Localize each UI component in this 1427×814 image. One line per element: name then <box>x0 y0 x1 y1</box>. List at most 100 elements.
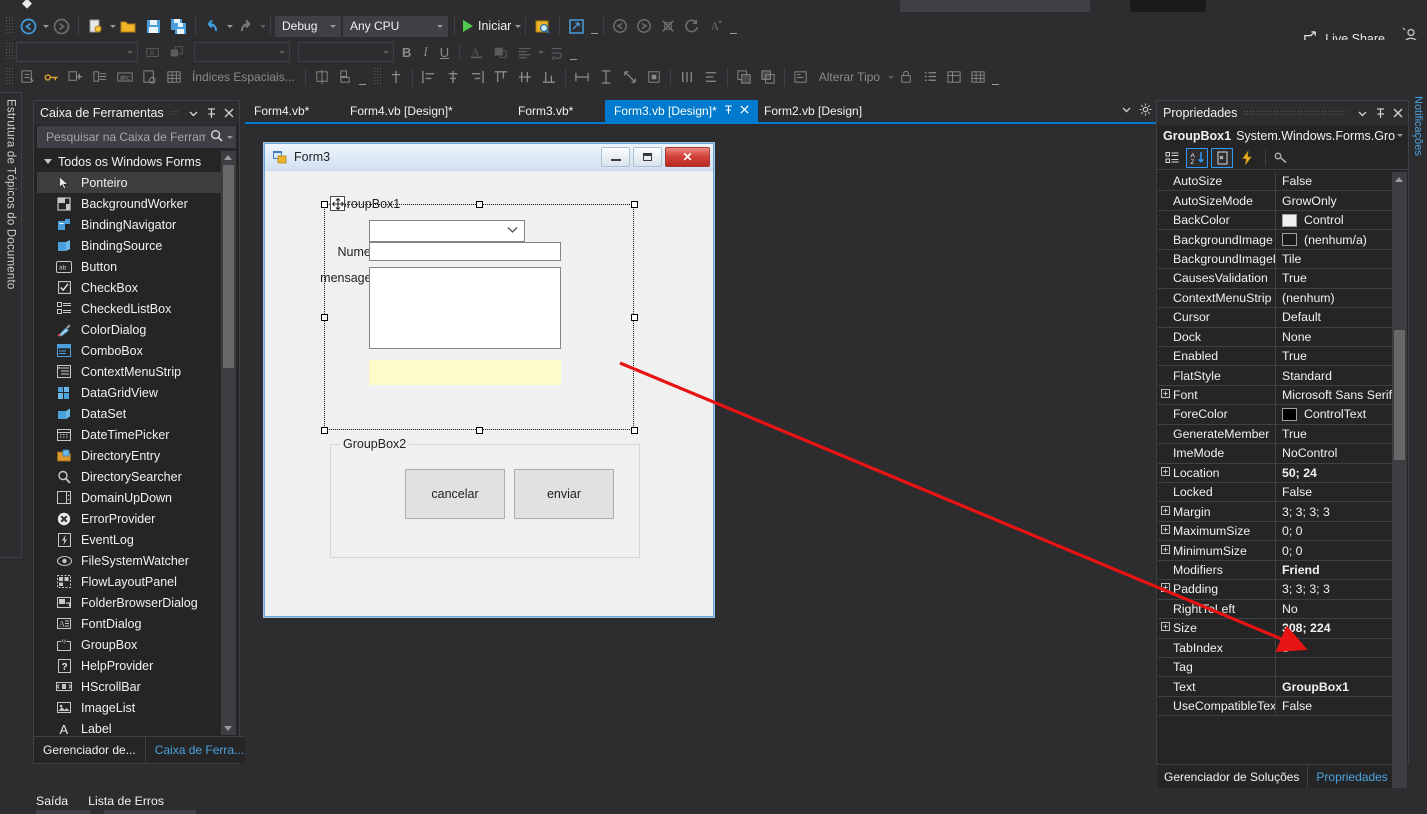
resize-handle-w[interactable] <box>320 313 328 321</box>
toolbox-item-label[interactable]: A Label <box>37 718 236 736</box>
form3-maximize-button[interactable] <box>633 147 662 167</box>
form3-title-bar[interactable]: Form3 ✕ <box>265 144 713 171</box>
vertical-spacing-button[interactable] <box>699 66 723 88</box>
properties-scrollbar[interactable] <box>1392 172 1407 804</box>
toolbox-item-bindingsource[interactable]: BindingSource <box>37 235 236 256</box>
property-row[interactable]: AutoSizeMode GrowOnly <box>1158 191 1407 211</box>
toolbox-item-button[interactable]: ab Button <box>37 256 236 277</box>
property-row[interactable]: Location 50; 24 <box>1158 463 1407 483</box>
resize-handle-e[interactable] <box>630 313 638 321</box>
navigate-forward-button[interactable] <box>49 15 74 37</box>
property-row[interactable]: Tag <box>1158 657 1407 678</box>
property-value[interactable]: True <box>1276 427 1407 441</box>
property-row[interactable]: Padding 3; 3; 3; 3 <box>1158 580 1407 600</box>
property-row[interactable]: Cursor Default <box>1158 308 1407 328</box>
form3-client-area[interactable]: GroupBox1 Numero mensagem GroupBox2 canc… <box>265 171 713 616</box>
property-row[interactable]: ContextMenuStrip (nenhum) <box>1158 288 1407 309</box>
property-row[interactable]: Locked False <box>1158 483 1407 503</box>
property-value[interactable]: 50; 24 <box>1276 466 1407 480</box>
button-cancelar[interactable]: cancelar <box>405 469 505 519</box>
scroll-up-icon[interactable] <box>1395 177 1403 182</box>
primary-key-button[interactable] <box>40 66 64 88</box>
step-back-button[interactable] <box>608 15 632 37</box>
toolbox-item-colordialog[interactable]: ColorDialog <box>37 319 236 340</box>
format-toolbar-grip[interactable] <box>4 43 13 61</box>
open-file-button[interactable] <box>116 15 141 37</box>
property-value[interactable]: GrowOnly <box>1276 194 1407 208</box>
bring-to-front-button[interactable] <box>732 66 756 88</box>
layout-toolbar-grip[interactable] <box>4 68 13 86</box>
layout-toolbar-grip-2[interactable] <box>371 68 381 86</box>
property-row[interactable]: Modifiers Friend <box>1158 560 1407 581</box>
align-button[interactable] <box>512 41 536 63</box>
start-debug-dropdown[interactable] <box>515 24 522 28</box>
navigate-backward-button[interactable] <box>16 15 41 37</box>
property-value[interactable]: 0; 0 <box>1276 544 1407 558</box>
indexes-button[interactable] <box>138 66 162 88</box>
toolbox-item-directorysearcher[interactable]: DirectorySearcher <box>37 466 236 487</box>
align-tops-button[interactable] <box>489 66 513 88</box>
property-row[interactable]: AutoSize False <box>1158 172 1407 192</box>
form3-window[interactable]: Form3 ✕ GroupBox1 Numero mensagem GroupB… <box>264 143 714 617</box>
add-relationship-button[interactable] <box>64 66 88 88</box>
properties-menu-chevron-down-icon[interactable] <box>1354 104 1370 122</box>
toolbox-item-folderbrowserdialog[interactable]: FolderBrowserDialog <box>37 592 236 613</box>
redo-button[interactable] <box>233 15 258 37</box>
property-row[interactable]: BackColor Control <box>1158 210 1407 231</box>
table-grid-button[interactable] <box>966 66 990 88</box>
save-button[interactable] <box>141 15 166 37</box>
property-value[interactable]: False <box>1276 485 1407 499</box>
right-panel-tab-1[interactable]: Gerenciador de Soluções <box>1156 764 1309 788</box>
redo-dropdown[interactable] <box>260 24 266 28</box>
form3-minimize-button[interactable] <box>601 147 630 167</box>
resize-handle-nw[interactable] <box>320 200 328 208</box>
property-value[interactable]: (nenhum) <box>1276 291 1407 305</box>
expand-icon[interactable] <box>1158 544 1173 557</box>
right-panel-tab-2[interactable]: Propriedades <box>1308 764 1397 788</box>
properties-grid[interactable]: AutoSize False AutoSizeMode GrowOnly BackCol… <box>1158 172 1407 804</box>
property-value[interactable]: 8 <box>1276 641 1407 655</box>
toolbox-menu-chevron-down-icon[interactable] <box>185 104 201 122</box>
toolbox-item-bindingnavigator[interactable]: BindingNavigator <box>37 214 236 235</box>
toolbox-close-icon[interactable] <box>221 104 237 122</box>
property-row[interactable]: UseCompatibleTextI False <box>1158 696 1407 717</box>
toolbox-item-fontdialog[interactable]: A FontDialog <box>37 613 236 634</box>
make-same-height-button[interactable] <box>594 66 618 88</box>
property-value[interactable]: Microsoft Sans Serif; 8 <box>1276 388 1407 402</box>
toolbox-item-dataset[interactable]: DataSet <box>37 403 236 424</box>
center-horizontally-button[interactable] <box>384 66 408 88</box>
toolbox-pin-icon[interactable] <box>203 104 219 122</box>
tab-order-button[interactable] <box>789 66 813 88</box>
tab-list-chevron-down-icon[interactable] <box>1122 105 1131 117</box>
layout-toolbar-overflow[interactable] <box>990 68 1000 86</box>
toolbox-search-dropdown-icon[interactable] <box>227 135 233 139</box>
toolbox-item-contextmenustrip[interactable]: ContextMenuStrip <box>37 361 236 382</box>
resize-handle-se[interactable] <box>630 426 638 434</box>
alphabetical-view-button[interactable]: AZ <box>1186 147 1208 168</box>
font-color-button[interactable]: A <box>464 41 488 63</box>
document-outline-strip[interactable]: Estrutura de Tópicos do Documento <box>0 92 22 558</box>
expand-icon[interactable] <box>1158 525 1173 537</box>
property-value[interactable]: Default <box>1276 310 1407 324</box>
properties-object-selector[interactable]: GroupBox1 System.Windows.Forms.GroupB <box>1157 125 1408 146</box>
font-style-combo[interactable] <box>298 42 394 62</box>
form-designer-surface[interactable]: Form3 ✕ GroupBox1 Numero mensagem GroupB… <box>245 124 1156 786</box>
property-value[interactable]: ControlText <box>1276 407 1407 421</box>
property-row[interactable]: RightToLeft No <box>1158 599 1407 620</box>
toolbox-group-header[interactable]: Todos os Windows Forms <box>37 151 236 172</box>
property-value[interactable]: False <box>1276 699 1407 713</box>
toolbar-grip[interactable] <box>4 17 13 35</box>
make-same-width-button[interactable] <box>570 66 594 88</box>
toolbar-overflow-button[interactable] <box>589 17 599 35</box>
property-row[interactable]: Text GroupBox1 <box>1158 677 1407 697</box>
chevron-down-icon[interactable] <box>1397 134 1403 137</box>
property-value[interactable]: 3; 3; 3; 3 <box>1276 582 1407 596</box>
notifications-strip[interactable]: Notificações <box>1409 92 1427 392</box>
live-visual-tree-button[interactable] <box>564 15 589 37</box>
property-value[interactable]: 3; 3; 3; 3 <box>1276 505 1407 519</box>
toolbox-scrollbar[interactable] <box>221 151 236 735</box>
step-forward-button[interactable] <box>632 15 656 37</box>
expand-icon[interactable] <box>1158 389 1173 401</box>
toolbox-item-backgroundworker[interactable]: BackgroundWorker <box>37 193 236 214</box>
abc-button[interactable]: abc <box>112 66 138 88</box>
